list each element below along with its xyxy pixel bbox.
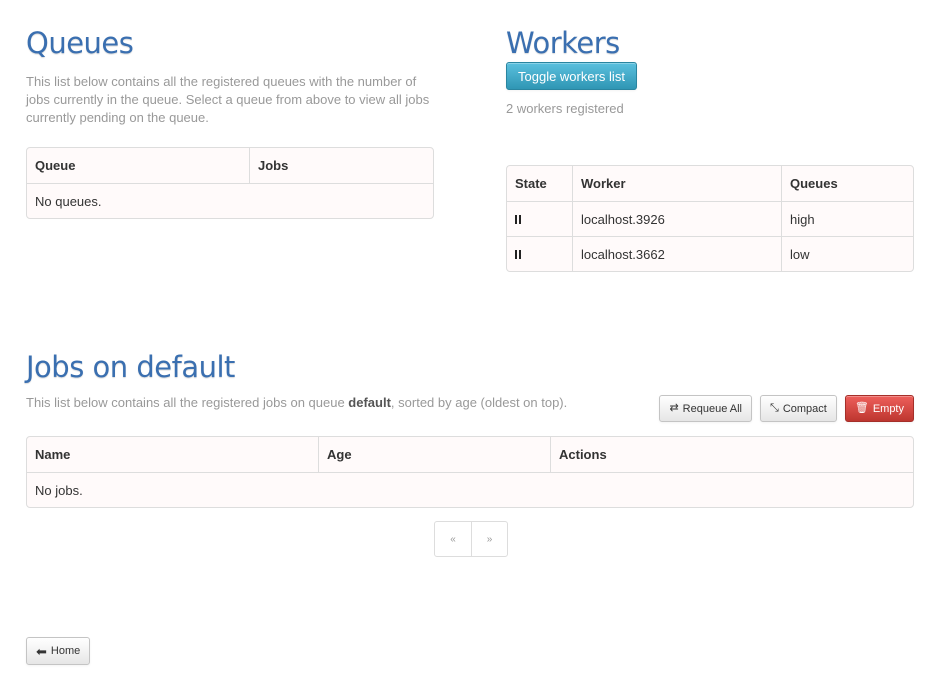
queues-section: Queues This list below contains all the …	[26, 26, 434, 219]
toggle-workers-button[interactable]: Toggle workers list	[506, 62, 637, 90]
column-header-age: Age	[318, 437, 550, 472]
worker-state	[507, 201, 572, 236]
pause-icon	[515, 249, 521, 259]
column-header-actions: Actions	[550, 437, 913, 472]
arrow-left-icon: ⬅	[36, 643, 47, 659]
workers-table: State Worker Queues localhost.3926 high …	[506, 165, 914, 272]
worker-state	[507, 236, 572, 271]
column-header-queue: Queue	[35, 158, 76, 173]
resize-small-icon: ⤡	[770, 402, 779, 414]
workers-section: Workers Toggle workers list 2 workers re…	[506, 26, 914, 272]
column-header-worker: Worker	[572, 166, 781, 201]
empty-button[interactable]: 🗑 Empty	[844, 395, 914, 422]
queue-name: default	[348, 395, 391, 410]
queues-empty-message: No queues.	[27, 183, 433, 218]
retweet-icon: ⇄	[669, 402, 679, 414]
worker-name: localhost.3926	[572, 201, 781, 236]
queues-description: This list below contains all the registe…	[26, 74, 430, 125]
jobs-section: Jobs on default This list below contains…	[26, 350, 914, 508]
requeue-all-button[interactable]: ⇄ Requeue All	[659, 395, 752, 422]
trash-icon: 🗑	[854, 402, 869, 414]
jobs-description: This list below contains all the registe…	[26, 395, 568, 410]
column-header-jobs: Jobs	[249, 148, 433, 183]
pager-next[interactable]: »	[471, 522, 507, 556]
table-row: localhost.3926 high	[507, 201, 913, 236]
queues-table: Queue Jobs No queues.	[26, 147, 434, 219]
worker-name: localhost.3662	[572, 236, 781, 271]
pagination: « »	[434, 521, 508, 557]
jobs-actions: ⇄ Requeue All ⤡ Compact 🗑 Empty	[659, 395, 914, 422]
workers-title: Workers	[506, 26, 620, 60]
column-header-state: State	[515, 176, 547, 191]
workers-count: 2 workers registered	[506, 101, 624, 116]
pager-prev[interactable]: «	[435, 522, 471, 556]
worker-queues: low	[781, 236, 913, 271]
jobs-table: Name Age Actions No jobs.	[26, 436, 914, 508]
worker-queues: high	[781, 201, 913, 236]
jobs-title: Jobs on default	[26, 350, 235, 384]
column-header-name: Name	[35, 447, 71, 462]
column-header-queues: Queues	[781, 166, 913, 201]
compact-button[interactable]: ⤡ Compact	[760, 395, 837, 422]
queues-title: Queues	[26, 26, 134, 60]
table-row: localhost.3662 low	[507, 236, 913, 271]
pause-icon	[515, 214, 521, 224]
jobs-empty-message: No jobs.	[27, 472, 913, 507]
home-button[interactable]: ⬅ Home	[26, 637, 91, 665]
